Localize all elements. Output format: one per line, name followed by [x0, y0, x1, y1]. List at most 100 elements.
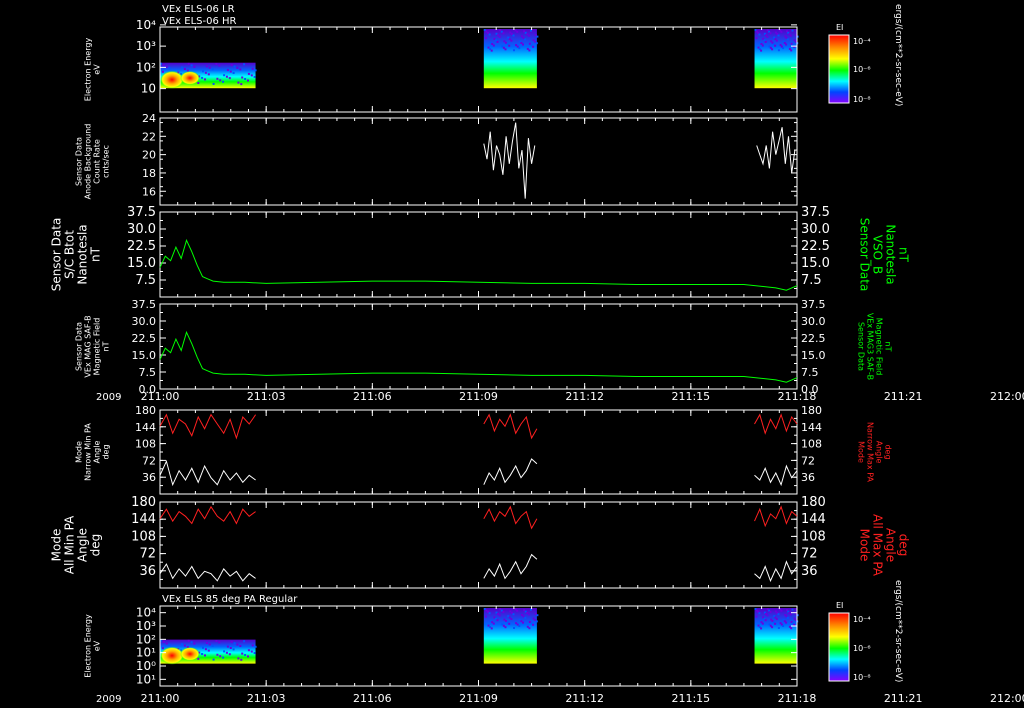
colorbar-top-title: EI — [836, 23, 843, 32]
panel-7-speckle — [504, 626, 507, 629]
panel-6-ytick-label-right: 108 — [801, 529, 826, 544]
panel-1-speckle — [490, 49, 493, 52]
panel-7-speckle — [254, 645, 257, 648]
panel-4-ytick-label: 30.0 — [132, 315, 157, 328]
panel-1-speckle — [236, 66, 239, 69]
panel-7-speckle — [165, 642, 168, 645]
panel-7-speckle — [522, 621, 524, 624]
panel-7-speckle — [250, 650, 253, 653]
panel-4-ytick-label: 7.5 — [139, 366, 157, 379]
panel-5-ytick-label-right: 108 — [801, 438, 822, 451]
panel-7-speckle — [536, 614, 539, 617]
panel-1-speckle — [232, 72, 235, 74]
panel-1-speckle — [193, 65, 196, 68]
panel-7-speckle — [532, 623, 535, 626]
panel-1-speckle — [764, 40, 767, 43]
panel7-title: VEx ELS 85 deg PA Regular — [162, 594, 298, 605]
panel-7-speckle — [236, 643, 239, 646]
panel-3-ytick-label: 30.0 — [127, 222, 156, 237]
panel-3-ytick-label-right: 15.0 — [801, 256, 830, 271]
year-label-bottom: 2009 — [96, 694, 121, 705]
panel-1-speckle — [204, 71, 207, 74]
time-tick-mid: 211:09 — [459, 390, 498, 403]
panel-1-speckle — [766, 35, 769, 38]
colorbar-bottom-tick-2: 10⁻⁶ — [853, 644, 871, 653]
panel-6-ytick-label-right: 72 — [801, 547, 818, 562]
panel-1-speckle — [161, 70, 164, 73]
panel-1-speckle — [215, 63, 218, 66]
panel-4-ytick-label: 22.5 — [132, 332, 157, 345]
panel-1-left-ylabel-line: eV — [93, 64, 102, 75]
panel-1-speckle — [532, 45, 535, 48]
panel-7-speckle — [791, 608, 794, 611]
panel-7-speckle — [237, 657, 240, 660]
panel-7-speckle — [777, 613, 780, 616]
panel-1-speckle — [536, 35, 539, 38]
panel-1-speckle — [247, 79, 249, 82]
panel-7-ytick-label: 10⁰ — [136, 659, 156, 673]
panel-6-ytick-label: 144 — [131, 512, 156, 527]
panel-1-speckle — [527, 34, 530, 37]
panel-7-speckle — [492, 622, 495, 625]
panel-7-speckle — [760, 627, 763, 630]
panel-7-speckle — [488, 612, 491, 615]
panel-1-speckle — [162, 64, 165, 67]
panel-5-left-ylabel-line: Narrow Min PA — [84, 423, 93, 481]
panel-1-speckle — [777, 49, 780, 52]
panel-7-speckle — [247, 649, 250, 652]
panel-1-speckle — [240, 83, 243, 86]
panel-7-ytick-label: 10⁴ — [136, 606, 156, 620]
panel-1-speckle — [498, 35, 501, 38]
panel-7-spectrogram-block — [483, 608, 537, 664]
panel-1-spectrogram-block — [483, 29, 537, 89]
panel-5-ytick-label: 108 — [135, 438, 156, 451]
panel-3-ytick-label-right: 22.5 — [801, 239, 830, 254]
time-tick-bottom: 211:21 — [884, 692, 923, 705]
panel-5-ytick-label: 72 — [142, 454, 156, 467]
panel-7-ytick-label: 10¹ — [136, 646, 156, 660]
panel-7-speckle — [207, 649, 210, 652]
colorbar-bottom-tick-3: 10⁻⁸ — [853, 673, 871, 682]
panel-7-speckle — [755, 615, 758, 618]
panel-1-speckle — [212, 82, 215, 85]
panel-1-speckle — [780, 30, 783, 33]
panel-7-speckle — [218, 641, 221, 644]
panel-7-speckle — [761, 622, 764, 625]
header-line1: VEx ELS-06 LR — [162, 4, 235, 15]
els-summary-plot: VEx ELS-06 LR VEx ELS-06 HR EI 10⁻⁴ 10⁻⁶… — [0, 0, 1024, 708]
panel-1-speckle — [229, 70, 232, 73]
panel-5-left-ylabel-line: Mode — [75, 441, 84, 463]
panel-1-speckle — [777, 34, 780, 37]
time-tick-bottom: 211:00 — [141, 692, 180, 705]
panel-7-speckle — [498, 614, 501, 617]
panel-7-speckle — [774, 622, 777, 625]
panel-3-ytick-label: 7.5 — [135, 273, 156, 288]
panel-7-speckle — [223, 650, 226, 653]
panel-2-ytick-label: 18 — [142, 167, 156, 180]
panel-1-speckle — [253, 75, 256, 78]
panel-7-speckle — [241, 652, 244, 655]
panel-6-right-ylabel-line: deg — [897, 534, 911, 557]
panel-3-right-ylabel-line: nT — [897, 247, 911, 263]
panel-7-speckle — [204, 648, 207, 651]
panel-7-speckle — [769, 611, 772, 613]
panel-1-speckle — [237, 81, 240, 84]
panel-6-right-ylabel-line: Angle — [884, 528, 898, 562]
panel-1-speckle — [790, 49, 793, 52]
panel-3-ytick-label: 37.5 — [127, 205, 156, 220]
panel-1-speckle — [205, 65, 208, 68]
panel-6-left-ylabel-line: deg — [89, 534, 103, 557]
panel-7-speckle — [193, 642, 196, 645]
panel-1-speckle — [518, 47, 521, 50]
panel-7-speckle — [243, 640, 246, 643]
panel-1-speckle — [208, 66, 211, 69]
panel-4-left-ylabel-line: nT — [102, 341, 111, 351]
panel-1-speckle — [510, 39, 513, 42]
panel-7-speckle — [758, 612, 761, 615]
panel-7-speckle — [230, 640, 233, 643]
panel-7-speckle — [775, 618, 778, 620]
panel-1-hot-spot — [180, 71, 200, 85]
panel-7-speckle — [764, 619, 767, 622]
colorbar-top-tick-2: 10⁻⁶ — [853, 65, 871, 74]
panel-3-ytick-label: 22.5 — [127, 239, 156, 254]
